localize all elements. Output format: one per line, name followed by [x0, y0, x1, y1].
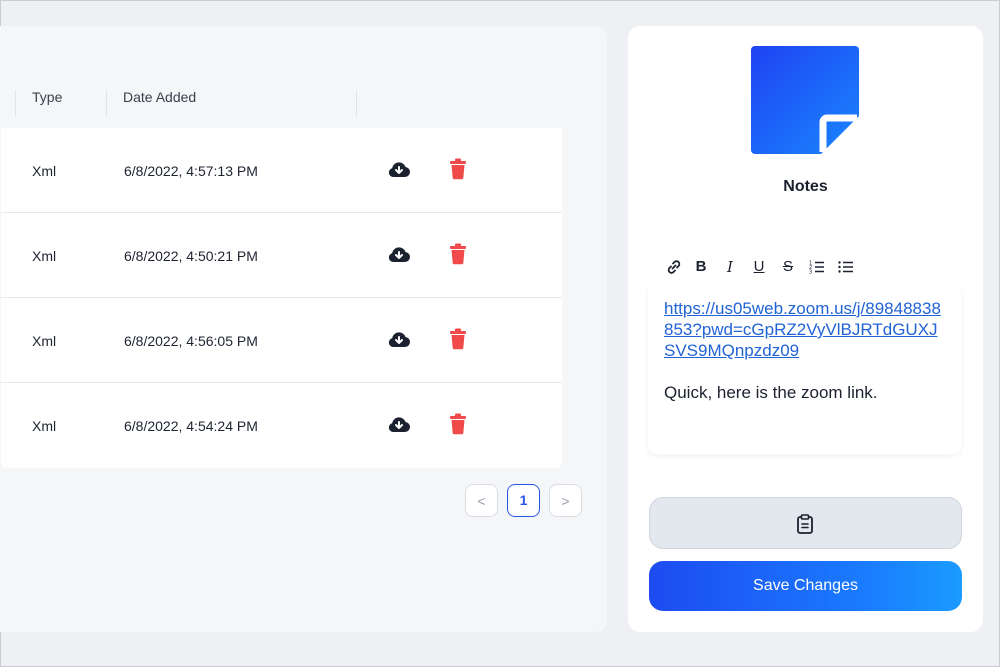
next-page-button[interactable]: > [549, 484, 582, 517]
cell-type: Xml [32, 418, 57, 434]
table-body: Xml 6/8/2022, 4:57:13 PM Xml 6/8/2022, 4… [1, 128, 562, 468]
trash-icon[interactable] [448, 413, 468, 435]
cell-type: Xml [32, 248, 57, 264]
bold-button[interactable]: B [691, 257, 711, 277]
ordered-list-icon[interactable]: 123 [807, 257, 827, 277]
cloud-download-icon[interactable] [387, 160, 411, 180]
cloud-download-icon[interactable] [387, 245, 411, 265]
cloud-download-icon[interactable] [387, 415, 411, 435]
cloud-download-icon[interactable] [387, 330, 411, 350]
trash-icon[interactable] [448, 328, 468, 350]
notes-editor[interactable]: https://us05web.zoom.us/j/89848838853?pw… [648, 284, 961, 454]
notes-text: Quick, here is the zoom link. [664, 383, 878, 402]
clipboard-icon [797, 514, 813, 534]
prev-page-button[interactable]: < [465, 484, 498, 517]
underline-button[interactable]: U [749, 257, 769, 277]
notes-title: Notes [783, 178, 828, 195]
column-header-type[interactable]: Type [15, 90, 107, 116]
cell-type: Xml [32, 163, 57, 179]
save-changes-button[interactable]: Save Changes [649, 561, 962, 611]
table-row[interactable]: Xml 6/8/2022, 4:54:24 PM [1, 383, 562, 468]
cell-date-added: 6/8/2022, 4:54:24 PM [124, 418, 258, 434]
files-panel: Type Date Added Xml 6/8/2022, 4:57:13 PM… [0, 26, 607, 632]
link-icon[interactable] [664, 257, 684, 277]
italic-button[interactable]: I [720, 257, 740, 277]
table-row[interactable]: Xml 6/8/2022, 4:57:13 PM [1, 128, 562, 213]
cell-type: Xml [32, 333, 57, 349]
svg-text:3: 3 [809, 270, 812, 276]
notes-panel: Notes B I U S 123 https://us05web.zoom.u… [628, 26, 983, 632]
copy-to-clipboard-button[interactable] [649, 497, 962, 549]
column-header-date-added[interactable]: Date Added [106, 90, 356, 116]
cell-date-added: 6/8/2022, 4:56:05 PM [124, 333, 258, 349]
trash-icon[interactable] [448, 158, 468, 180]
table-row[interactable]: Xml 6/8/2022, 4:50:21 PM [1, 213, 562, 298]
page-1-button[interactable]: 1 [507, 484, 540, 517]
strikethrough-button[interactable]: S [778, 257, 798, 277]
column-divider [356, 90, 373, 116]
trash-icon[interactable] [448, 243, 468, 265]
note-icon [751, 46, 859, 154]
bullet-list-icon[interactable] [836, 257, 856, 277]
table-header: Type Date Added [1, 84, 561, 116]
zoom-link[interactable]: https://us05web.zoom.us/j/89848838853?pw… [664, 299, 941, 360]
table-row[interactable]: Xml 6/8/2022, 4:56:05 PM [1, 298, 562, 383]
cell-date-added: 6/8/2022, 4:50:21 PM [124, 248, 258, 264]
cell-date-added: 6/8/2022, 4:57:13 PM [124, 163, 258, 179]
